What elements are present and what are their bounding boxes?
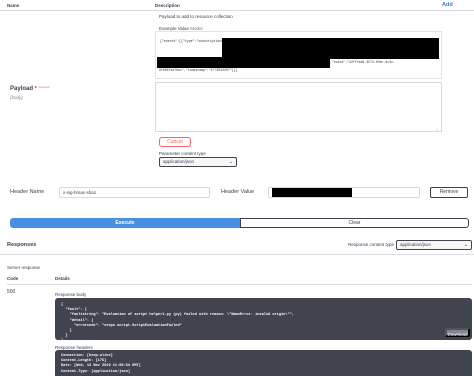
- required-text: required: [38, 85, 50, 89]
- cancel-button[interactable]: Cancel: [159, 137, 191, 147]
- parameter-content-type-select[interactable]: application/json ⌄: [159, 157, 237, 167]
- add-link[interactable]: Add: [442, 2, 453, 8]
- payload-param-location: (body): [10, 95, 23, 100]
- parameter-content-type-label: Parameter content type: [159, 151, 206, 156]
- response-body-text[interactable]: { "fault": { "faultstring": "Evaluation …: [61, 303, 294, 345]
- parameter-content-type-value: application/json: [163, 159, 195, 164]
- header-name-label: Header Name: [10, 189, 45, 195]
- clear-button[interactable]: Clear: [240, 218, 469, 228]
- response-content-type-value: application/json: [400, 242, 432, 247]
- payload-description: Payload to add to resource collection: [159, 14, 233, 19]
- name-column-header: Name: [7, 3, 20, 8]
- description-column-header: Description: [155, 3, 180, 8]
- response-status-code: 500: [7, 289, 16, 295]
- divider: [7, 284, 472, 285]
- payload-param-name: Payload * required: [10, 85, 50, 92]
- response-headers-text[interactable]: Connection: [keep-alive] Content-Length:…: [61, 354, 141, 375]
- execute-button[interactable]: Execute: [10, 218, 240, 228]
- response-content-type-label: Response content type: [348, 242, 395, 247]
- required-asterisk: *: [34, 86, 37, 92]
- code-column-header: Code: [7, 276, 19, 281]
- chevron-down-icon: ⌄: [463, 242, 468, 248]
- redaction-block: [272, 188, 352, 197]
- response-body-label: Response body: [55, 292, 87, 297]
- payload-body-textarea[interactable]: [155, 82, 442, 132]
- example-json-line-2: ","voice":"42fffad8-3571-04ec-9c3c-: [328, 60, 395, 64]
- redaction-block: [222, 38, 439, 59]
- parameters-header-row: [0, 0, 474, 11]
- header-name-input[interactable]: x-sig-hmac-sha1: [59, 187, 210, 198]
- resize-grip-icon[interactable]: ⌟: [436, 126, 438, 132]
- details-column-header: Details: [55, 276, 70, 281]
- server-response-label: Server response: [7, 265, 41, 270]
- download-button[interactable]: Download: [445, 328, 470, 337]
- example-json-line-3: 6f6067ed7bec","timestamp":"2773634207"}]…: [159, 68, 238, 72]
- responses-title: Responses: [7, 242, 37, 248]
- chevron-down-icon: ⌄: [228, 159, 233, 165]
- remove-header-button[interactable]: Remove: [430, 187, 468, 198]
- redaction-block: [157, 57, 330, 68]
- payload-param-label: Payload: [10, 86, 34, 92]
- header-value-label: Header Value: [221, 189, 255, 195]
- response-content-type-select[interactable]: application/json ⌄: [396, 240, 472, 250]
